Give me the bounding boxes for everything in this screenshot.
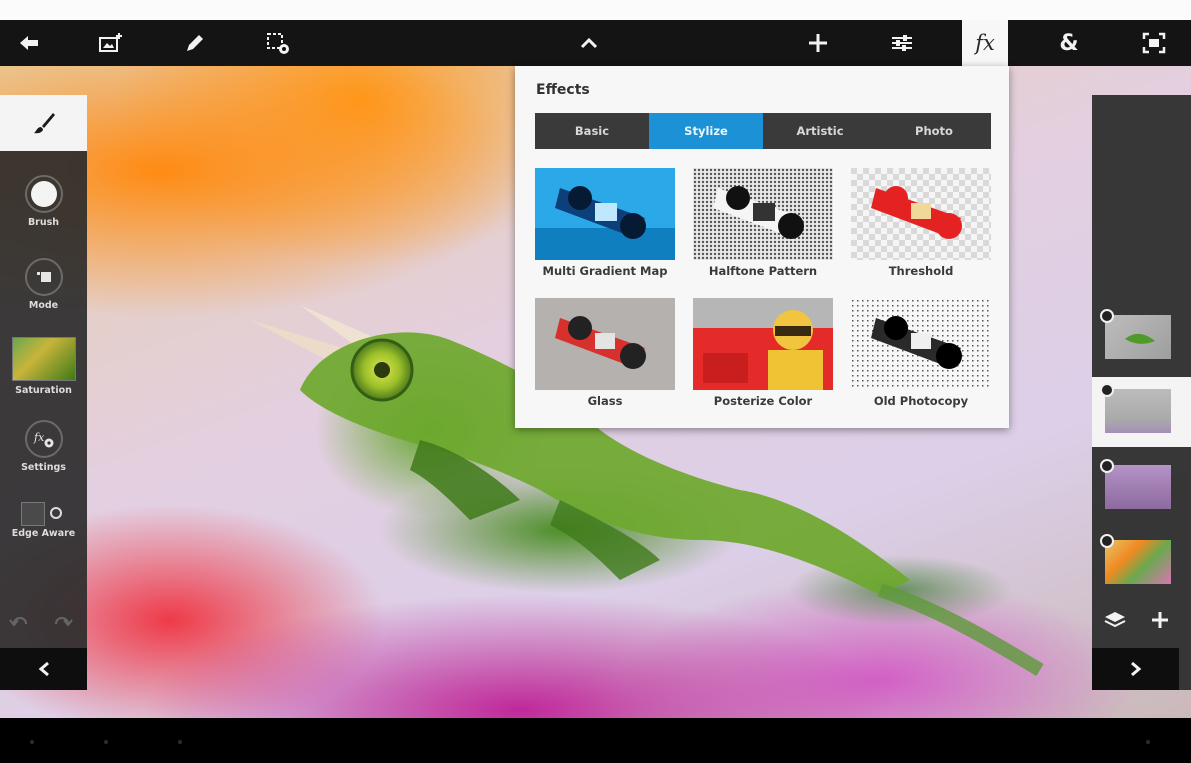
layer-item[interactable]	[1092, 305, 1179, 365]
fx-settings-icon: fx	[33, 431, 53, 448]
brush-tool-tab[interactable]	[0, 95, 87, 151]
mode-control[interactable]: Mode	[0, 258, 87, 311]
selection-settings-icon[interactable]	[255, 20, 301, 66]
undo-icon[interactable]	[8, 610, 30, 634]
svg-text:fx: fx	[33, 431, 45, 444]
add-image-icon[interactable]	[88, 20, 134, 66]
effect-label: Glass	[587, 394, 623, 408]
tab-basic[interactable]: Basic	[535, 113, 649, 149]
effect-threshold[interactable]: Threshold	[851, 168, 991, 278]
pencil-icon[interactable]	[172, 20, 218, 66]
redo-icon[interactable]	[52, 610, 74, 634]
collapse-right-panel[interactable]	[1092, 648, 1179, 690]
brush-label: Brush	[27, 217, 60, 228]
layer-thumbnail	[1105, 465, 1171, 509]
effects-tabs: Basic Stylize Artistic Photo	[535, 113, 991, 149]
layer-visibility-dot[interactable]	[1100, 534, 1114, 548]
tab-photo[interactable]: Photo	[877, 113, 991, 149]
mode-label: Mode	[28, 300, 59, 311]
collapse-left-panel[interactable]	[0, 648, 87, 690]
effects-popup: Effects Basic Stylize Artistic Photo Mul…	[515, 66, 1009, 428]
top-margin	[0, 0, 1191, 20]
effect-label: Old Photocopy	[873, 394, 969, 408]
fit-screen-icon[interactable]	[1131, 20, 1177, 66]
layer-visibility-dot[interactable]	[1100, 383, 1114, 397]
effect-posterize-color[interactable]: Posterize Color	[693, 298, 833, 408]
effect-label: Multi Gradient Map	[542, 264, 668, 278]
nav-dot	[30, 740, 34, 744]
plus-icon[interactable]	[795, 20, 841, 66]
effect-multi-gradient-map[interactable]: Multi Gradient Map	[535, 168, 675, 278]
effect-halftone-pattern[interactable]: Halftone Pattern	[693, 168, 833, 278]
layers-panel	[1092, 95, 1191, 690]
effect-thumbnail	[535, 168, 675, 260]
brush-icon	[33, 113, 55, 134]
effect-glass[interactable]: Glass	[535, 298, 675, 408]
tab-artistic[interactable]: Artistic	[763, 113, 877, 149]
fx-icon[interactable]: fx	[962, 20, 1008, 66]
layer-item-selected[interactable]	[1092, 377, 1191, 447]
brush-size-icon	[30, 181, 57, 207]
layer-item[interactable]	[1092, 457, 1179, 517]
tab-stylize[interactable]: Stylize	[649, 113, 763, 149]
edge-aware-toggle[interactable]: Edge Aware	[0, 502, 87, 539]
effect-thumbnail	[851, 168, 991, 260]
effect-thumbnail	[693, 168, 833, 260]
settings-label: Settings	[21, 462, 66, 473]
saturation-label: Saturation	[15, 385, 72, 396]
settings-control[interactable]: fx Settings	[0, 420, 87, 473]
back-arrow-icon[interactable]	[6, 20, 52, 66]
left-tool-panel: Brush Mode Saturation fx Settings Edge A…	[0, 95, 87, 690]
edge-aware-label: Edge Aware	[11, 528, 76, 539]
layer-thumbnail	[1105, 540, 1171, 584]
saturation-control[interactable]: Saturation	[0, 337, 87, 396]
add-layer-icon[interactable]	[1150, 610, 1170, 634]
brush-size-control[interactable]: Brush	[0, 175, 87, 228]
effect-old-photocopy[interactable]: Old Photocopy	[851, 298, 991, 408]
mode-icon	[36, 272, 51, 282]
ampersand-icon[interactable]: &	[1046, 20, 1092, 66]
effect-thumbnail	[693, 298, 833, 390]
layer-item[interactable]	[1092, 532, 1179, 592]
toggle-switch	[20, 502, 67, 526]
adjustments-icon[interactable]	[879, 20, 925, 66]
effect-thumbnail	[851, 298, 991, 390]
effect-label: Halftone Pattern	[708, 264, 818, 278]
effect-label: Posterize Color	[713, 394, 813, 408]
chevron-up-icon[interactable]	[566, 20, 612, 66]
nav-dot	[104, 740, 108, 744]
layer-visibility-dot[interactable]	[1100, 459, 1114, 473]
layer-thumbnail	[1105, 315, 1171, 359]
layer-visibility-dot[interactable]	[1100, 309, 1114, 323]
effect-label: Threshold	[888, 264, 954, 278]
nav-dot	[178, 740, 182, 744]
chevron-left-icon	[38, 661, 49, 677]
effect-thumbnail	[535, 298, 675, 390]
saturation-thumbnail	[11, 337, 76, 381]
effects-title: Effects	[536, 82, 590, 98]
layer-thumbnail	[1105, 389, 1171, 433]
nav-dot	[1146, 740, 1150, 744]
chevron-right-icon	[1130, 661, 1141, 677]
layers-stack-icon[interactable]	[1104, 610, 1126, 634]
